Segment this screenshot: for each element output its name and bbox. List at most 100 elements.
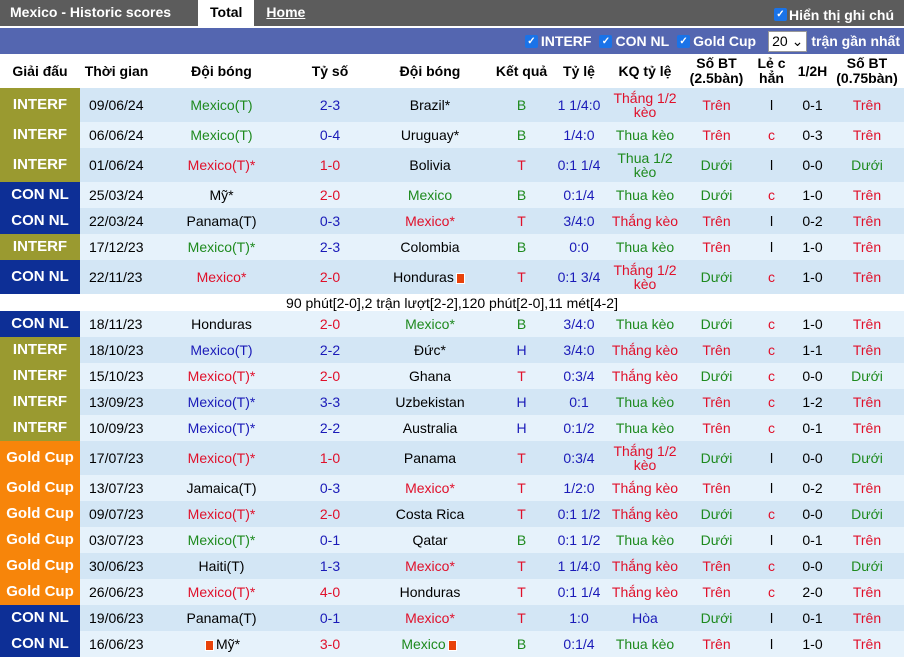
home-team[interactable]: Mỹ* <box>153 182 290 208</box>
home-team-text: Mexico(T) <box>190 342 253 358</box>
away-team[interactable]: Bolivia <box>370 148 490 182</box>
odd-even-text: c <box>768 316 775 332</box>
away-team[interactable]: Honduras <box>370 260 490 294</box>
home-team[interactable]: Honduras <box>153 311 290 337</box>
table-row[interactable]: Gold Cup 09/07/23 Mexico(T)* 2-0 Costa Rica T… <box>0 501 904 527</box>
away-team[interactable]: Australia <box>370 415 490 441</box>
show-notes-label: Hiển thị ghi chú <box>789 6 894 23</box>
table-row[interactable]: Gold Cup 17/07/23 Mexico(T)* 1-0 Panama T 0:3/… <box>0 441 904 475</box>
home-team[interactable]: Mỹ* <box>153 631 290 657</box>
away-team[interactable]: Mexico* <box>370 605 490 631</box>
table-row[interactable]: CON NL 18/11/23 Honduras 2-0 Mexico* B 3/4:0 Th… <box>0 311 904 337</box>
table-row[interactable]: INTERF 18/10/23 Mexico(T) 2-2 Đức* H 3/4:0 Thắn… <box>0 337 904 363</box>
away-team[interactable]: Brazil* <box>370 88 490 122</box>
away-team[interactable]: Mexico <box>370 182 490 208</box>
home-team[interactable]: Mexico(T)* <box>153 527 290 553</box>
filter-con-nl[interactable]: ✓ CON NL <box>599 33 669 49</box>
table-row[interactable]: Gold Cup 03/07/23 Mexico(T)* 0-1 Qatar B 0:1 1… <box>0 527 904 553</box>
tab-home[interactable]: Home <box>254 0 317 26</box>
table-row[interactable]: INTERF 17/12/23 Mexico(T)* 2-3 Colombia B 0:0 T… <box>0 234 904 260</box>
away-team[interactable]: Mexico* <box>370 311 490 337</box>
checkbox-icon[interactable]: ✓ <box>774 8 787 21</box>
home-team[interactable]: Mexico(T)* <box>153 234 290 260</box>
match-count-suffix: trận gần nhất <box>811 33 900 49</box>
match-count-select[interactable]: 20 ⌄ <box>768 30 808 52</box>
home-team[interactable]: Mexico(T)* <box>153 579 290 605</box>
table-row[interactable]: CON NL 22/11/23 Mexico* 2-0 Honduras T 0:1 3/4… <box>0 260 904 294</box>
tab-total[interactable]: Total <box>198 0 255 26</box>
table-row[interactable]: CON NL 25/03/24 Mỹ* 2-0 Mexico B 0:1/4 Thua kèo… <box>0 182 904 208</box>
match-result-text: B <box>516 239 527 255</box>
table-row[interactable]: CON NL 19/06/23 Panama(T) 0-1 Mexico* T 1:0 Hòa… <box>0 605 904 631</box>
goals-0-75: Trên <box>830 311 904 337</box>
home-team[interactable]: Jamaica(T) <box>153 475 290 501</box>
away-team-text: Colombia <box>400 239 460 255</box>
goals-0-75: Trên <box>830 208 904 234</box>
away-team[interactable]: Mexico* <box>370 475 490 501</box>
away-team[interactable]: Honduras <box>370 579 490 605</box>
away-team[interactable]: Ghana <box>370 363 490 389</box>
half-time-score: 0-1 <box>795 527 830 553</box>
home-team[interactable]: Panama(T) <box>153 208 290 234</box>
handicap: 0:3/4 <box>553 363 605 389</box>
table-row[interactable]: CON NL 22/03/24 Panama(T) 0-3 Mexico* T 3/4:0 T… <box>0 208 904 234</box>
away-team[interactable]: Đức* <box>370 337 490 363</box>
home-team-text: Mỹ* <box>209 187 234 203</box>
match-score-text: 2-0 <box>319 506 341 522</box>
match-date: 22/11/23 <box>80 260 153 294</box>
goals-0-75-text: Trên <box>852 239 882 255</box>
table-row[interactable]: Gold Cup 26/06/23 Mexico(T)* 4-0 Honduras T 0:… <box>0 579 904 605</box>
home-team[interactable]: Mexico(T)* <box>153 389 290 415</box>
away-team[interactable]: Mexico* <box>370 208 490 234</box>
away-team[interactable]: Uzbekistan <box>370 389 490 415</box>
table-row[interactable]: Gold Cup 30/06/23 Haiti(T) 1-3 Mexico* T 1 1/4… <box>0 553 904 579</box>
away-team[interactable]: Mexico <box>370 631 490 657</box>
home-team[interactable]: Mexico(T) <box>153 122 290 148</box>
away-team-text: Brazil* <box>409 97 451 113</box>
home-team[interactable]: Panama(T) <box>153 605 290 631</box>
home-team[interactable]: Mexico(T)* <box>153 363 290 389</box>
header-handicap: Tỷ lệ <box>553 54 605 88</box>
match-result: T <box>490 363 553 389</box>
table-row[interactable]: INTERF 01/06/24 Mexico(T)* 1-0 Bolivia T 0:1 1… <box>0 148 904 182</box>
table-row[interactable]: INTERF 06/06/24 Mexico(T) 0-4 Uruguay* B 1/4:0… <box>0 122 904 148</box>
half-time-score-text: 1-0 <box>802 269 823 285</box>
home-team[interactable]: Mexico(T) <box>153 337 290 363</box>
half-time-score-text: 0-1 <box>802 97 823 113</box>
table-row[interactable]: Gold Cup 13/07/23 Jamaica(T) 0-3 Mexico* T 1/2… <box>0 475 904 501</box>
home-team[interactable]: Mexico(T) <box>153 88 290 122</box>
checkbox-icon[interactable]: ✓ <box>677 34 691 48</box>
match-score-text: 2-0 <box>319 187 341 203</box>
goals-0-75: Trên <box>830 88 904 122</box>
away-team[interactable]: Costa Rica <box>370 501 490 527</box>
away-team[interactable]: Colombia <box>370 234 490 260</box>
table-row[interactable]: INTERF 15/10/23 Mexico(T)* 2-0 Ghana T 0:3/4 Th… <box>0 363 904 389</box>
away-team[interactable]: Uruguay* <box>370 122 490 148</box>
goals-2-5-text: Trên <box>702 420 731 436</box>
odd-even: l <box>748 631 795 657</box>
filter-gold-cup[interactable]: ✓ Gold Cup <box>677 33 756 49</box>
match-date-text: 22/11/23 <box>89 269 143 285</box>
filter-interf[interactable]: ✓ INTERF <box>524 33 591 49</box>
table-row[interactable]: INTERF 09/06/24 Mexico(T) 2-3 Brazil* B 1 1/4:… <box>0 88 904 122</box>
home-team[interactable]: Mexico(T)* <box>153 501 290 527</box>
home-team[interactable]: Mexico(T)* <box>153 148 290 182</box>
away-team-text: Uzbekistan <box>395 394 465 410</box>
away-team[interactable]: Qatar <box>370 527 490 553</box>
away-team[interactable]: Mexico* <box>370 553 490 579</box>
checkbox-icon[interactable]: ✓ <box>524 34 538 48</box>
home-team[interactable]: Haiti(T) <box>153 553 290 579</box>
odd-even: c <box>748 415 795 441</box>
home-team[interactable]: Mexico(T)* <box>153 415 290 441</box>
half-time-score: 1-1 <box>795 337 830 363</box>
away-team[interactable]: Panama <box>370 441 490 475</box>
table-row[interactable]: INTERF 10/09/23 Mexico(T)* 2-2 Australia H 0:1… <box>0 415 904 441</box>
table-row[interactable]: INTERF 13/09/23 Mexico(T)* 3-3 Uzbekistan H 0:… <box>0 389 904 415</box>
home-team[interactable]: Mexico* <box>153 260 290 294</box>
table-row[interactable]: CON NL 16/06/23 Mỹ* 3-0 Mexico B 0:1/4 Thua kèo… <box>0 631 904 657</box>
match-date-text: 10/09/23 <box>89 420 144 436</box>
home-team[interactable]: Mexico(T)* <box>153 441 290 475</box>
show-notes-toggle[interactable]: ✓ Hiển thị ghi chú <box>774 0 904 26</box>
checkbox-icon[interactable]: ✓ <box>599 34 613 48</box>
home-team-text: Mexico(T)* <box>187 239 256 255</box>
